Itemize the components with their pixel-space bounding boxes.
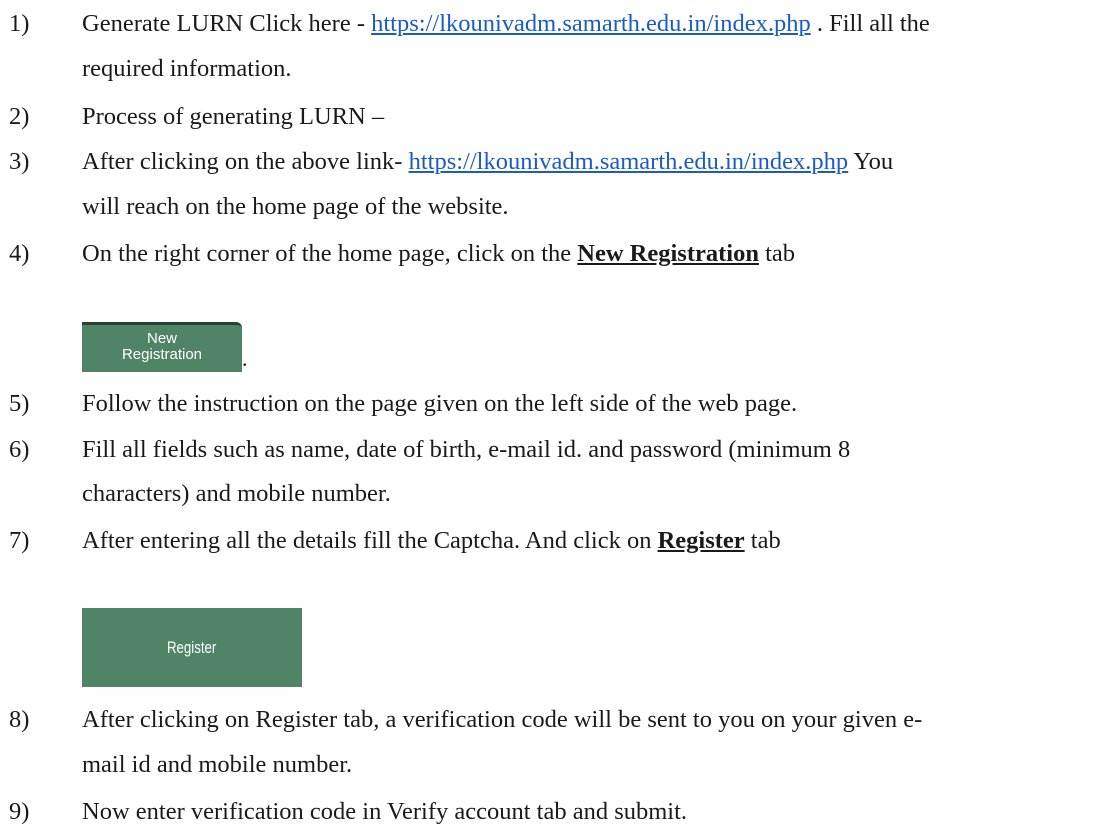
list-number: 7) (9, 527, 30, 554)
item-text: Now enter verification code in Verify ac… (82, 798, 688, 825)
item-text: . Fill all the (810, 10, 930, 37)
item-text: tab (744, 527, 781, 554)
item-text: You (848, 148, 894, 175)
list-item-1-line-1: Generate LURN Click here - https://lkoun… (82, 10, 930, 38)
item-text: On the right corner of the home page, cl… (82, 240, 578, 267)
item-text: tab (758, 240, 796, 267)
list-number: 6) (9, 436, 30, 463)
item-text: will reach on the home page of the websi… (82, 193, 509, 220)
button-label-line-1: New (146, 330, 177, 347)
register-label: Register (657, 527, 745, 554)
item-text: Follow the instruction on the page given… (82, 390, 798, 417)
item-text: After clicking on the above link- (82, 148, 409, 175)
list-item-3-line-1: After clicking on the above link- https:… (82, 148, 893, 176)
item-text: characters) and mobile number. (82, 480, 391, 507)
list-number: 4) (9, 240, 30, 267)
list-number: 9) (9, 798, 30, 825)
list-item-4-line-1: On the right corner of the home page, cl… (82, 240, 795, 268)
list-number: 2) (9, 103, 30, 130)
new-registration-label: New Registration (577, 240, 759, 267)
list-number: 3) (9, 148, 30, 175)
item-text: After entering all the details fill the … (82, 527, 658, 554)
register-button-label: Register (167, 637, 217, 657)
new-registration-button[interactable]: New Registration (82, 322, 242, 372)
samarth-link[interactable]: https://lkounivadm.samarth.edu.in/index.… (409, 148, 849, 175)
list-number: 1) (9, 10, 30, 37)
register-button[interactable]: Register (82, 608, 302, 687)
trailing-period: . (242, 346, 248, 371)
item-text: Generate LURN Click here - (82, 10, 372, 37)
item-text: After clicking on Register tab, a verifi… (82, 706, 923, 733)
item-text: mail id and mobile number. (82, 751, 353, 778)
item-text: Fill all fields such as name, date of bi… (82, 436, 851, 463)
item-text: Process of generating LURN – (82, 103, 385, 130)
button-label-line-2: Registration (121, 346, 203, 363)
instructions-document: 1) Generate LURN Click here - https://lk… (0, 0, 1098, 840)
list-item-7-line-1: After entering all the details fill the … (82, 527, 781, 555)
samarth-link[interactable]: https://lkounivadm.samarth.edu.in/index.… (371, 10, 811, 37)
list-number: 5) (9, 390, 30, 417)
item-text: required information. (82, 55, 292, 82)
list-number: 8) (9, 706, 30, 733)
